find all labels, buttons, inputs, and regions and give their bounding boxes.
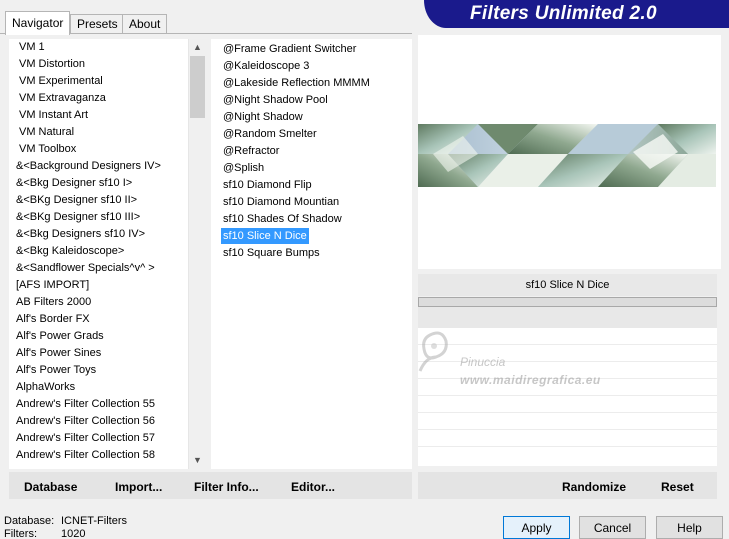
category-item[interactable]: &<Background Designers IV> (9, 158, 188, 175)
filter-item[interactable]: sf10 Shades Of Shadow (211, 211, 412, 228)
filter-list[interactable]: @Frame Gradient Switcher @Kaleidoscope 3 @… (211, 39, 412, 469)
help-button[interactable]: Help (656, 516, 723, 539)
filter-item-label: sf10 Shades Of Shadow (223, 213, 342, 225)
filter-item-label: sf10 Diamond Mountian (223, 196, 340, 208)
category-item[interactable]: &<Sandflower Specials^v^ > (9, 260, 188, 277)
param-row-divider (418, 446, 717, 447)
param-row-divider (418, 429, 717, 430)
category-item[interactable]: VM Extravaganza (9, 90, 188, 107)
progress-bar (418, 297, 717, 307)
watermark-name: Pinuccia (460, 355, 506, 369)
category-item[interactable]: Andrew's Filter Collection 57 (9, 430, 188, 447)
randomize-button[interactable]: Randomize (562, 472, 626, 499)
category-item[interactable]: VM Distortion (9, 56, 188, 73)
category-item[interactable]: &<Bkg Designer sf10 I> (9, 175, 188, 192)
category-item[interactable]: [AFS IMPORT] (9, 277, 188, 294)
category-item[interactable]: Andrew's Filter Collection 56 (9, 413, 188, 430)
filter-item-label: @Lakeside Reflection MMMM (223, 77, 370, 89)
category-item[interactable]: &<BKg Designer sf10 II> (9, 192, 188, 209)
category-item[interactable]: Alf's Power Sines (9, 345, 188, 362)
watermark-url: www.maidiregrafica.eu (460, 373, 601, 387)
scroll-thumb[interactable] (190, 56, 205, 118)
category-item[interactable]: &<Bkg Kaleidoscope> (9, 243, 188, 260)
filter-item[interactable]: @Night Shadow Pool (211, 92, 412, 109)
filter-item[interactable]: sf10 Diamond Mountian (211, 194, 412, 211)
category-item[interactable]: AB Filters 2000 (9, 294, 188, 311)
filter-item-label: @Splish (223, 162, 265, 174)
watermark: Pinuccia www.maidiregrafica.eu (412, 325, 632, 395)
filter-item[interactable]: @Night Shadow (211, 109, 412, 126)
preview-image (418, 124, 716, 187)
category-item[interactable]: &<BKg Designer sf10 III> (9, 209, 188, 226)
editor-button[interactable]: Editor... (291, 472, 335, 499)
cancel-button[interactable]: Cancel (579, 516, 646, 539)
filter-info-button[interactable]: Filter Info... (194, 472, 259, 499)
category-item[interactable]: AlphaWorks (9, 379, 188, 396)
status-panel: Database: ICNET-Filters Filters: 1020 (4, 515, 127, 539)
filter-item-label: @Kaleidoscope 3 (223, 60, 310, 72)
filter-item-label: @Random Smelter (223, 128, 317, 140)
filter-item-label: @Night Shadow (223, 111, 303, 123)
category-item[interactable]: Andrew's Filter Collection 55 (9, 396, 188, 413)
filter-item-label: @Refractor (223, 145, 280, 157)
filter-item[interactable]: sf10 Diamond Flip (211, 177, 412, 194)
selected-filter-name: sf10 Slice N Dice (418, 274, 717, 296)
category-item[interactable]: Alf's Power Grads (9, 328, 188, 345)
filter-item[interactable]: sf10 Square Bumps (211, 245, 412, 262)
reset-button[interactable]: Reset (661, 472, 694, 499)
filter-item-label: sf10 Diamond Flip (223, 179, 312, 191)
navigator-toolbar: Database Import... Filter Info... Editor… (9, 472, 412, 499)
param-row-divider (418, 412, 717, 413)
scroll-down-icon[interactable]: ▼ (189, 452, 206, 469)
filter-item[interactable]: @Splish (211, 160, 412, 177)
filter-item-label: @Night Shadow Pool (223, 94, 328, 106)
app-title: Filters Unlimited 2.0 (470, 3, 657, 24)
category-item[interactable]: VM Toolbox (9, 141, 188, 158)
title-banner: Filters Unlimited 2.0 (424, 0, 729, 28)
filter-item[interactable]: @Random Smelter (211, 126, 412, 143)
filter-item-label: sf10 Square Bumps (223, 247, 320, 259)
category-item[interactable]: VM Instant Art (9, 107, 188, 124)
tab-bar: Navigator Presets About (0, 0, 420, 35)
category-item[interactable]: VM Natural (9, 124, 188, 141)
category-item[interactable]: VM Experimental (9, 73, 188, 90)
filter-item[interactable]: @Kaleidoscope 3 (211, 58, 412, 75)
category-list[interactable]: VM 1 VM Distortion VM Experimental VM Extra… (9, 39, 188, 469)
watermark-logo-icon (418, 331, 448, 372)
scroll-up-icon[interactable]: ▲ (189, 39, 206, 56)
tab-presets[interactable]: Presets (70, 14, 125, 34)
category-item[interactable]: Andrew's Filter Collection 58 (9, 447, 188, 464)
category-item[interactable]: Alf's Power Toys (9, 362, 188, 379)
filter-item[interactable]: @Frame Gradient Switcher (211, 41, 412, 58)
tab-about[interactable]: About (122, 14, 168, 34)
category-item[interactable]: &<Bkg Designers sf10 IV> (9, 226, 188, 243)
tab-navigator[interactable]: Navigator (5, 11, 71, 35)
category-item[interactable]: Alf's Border FX (9, 311, 188, 328)
filters-label: Filters: (4, 528, 37, 539)
filter-item-selected[interactable]: sf10 Slice N Dice (211, 228, 412, 245)
filter-item-label: sf10 Slice N Dice (221, 228, 309, 244)
database-button[interactable]: Database (24, 472, 77, 499)
import-button[interactable]: Import... (115, 472, 162, 499)
category-scrollbar[interactable]: ▲ ▼ (188, 39, 205, 469)
preview-toolbar: Randomize Reset (418, 472, 717, 499)
filter-item-label: @Frame Gradient Switcher (223, 43, 357, 55)
category-item[interactable]: VM 1 (9, 39, 188, 56)
database-label: Database: (4, 515, 55, 527)
filter-item[interactable]: @Refractor (211, 143, 412, 160)
database-value: ICNET-Filters (61, 515, 127, 527)
param-row-divider (418, 395, 717, 396)
filters-count: 1020 (61, 528, 86, 539)
apply-button[interactable]: Apply (503, 516, 570, 539)
filter-item[interactable]: @Lakeside Reflection MMMM (211, 75, 412, 92)
